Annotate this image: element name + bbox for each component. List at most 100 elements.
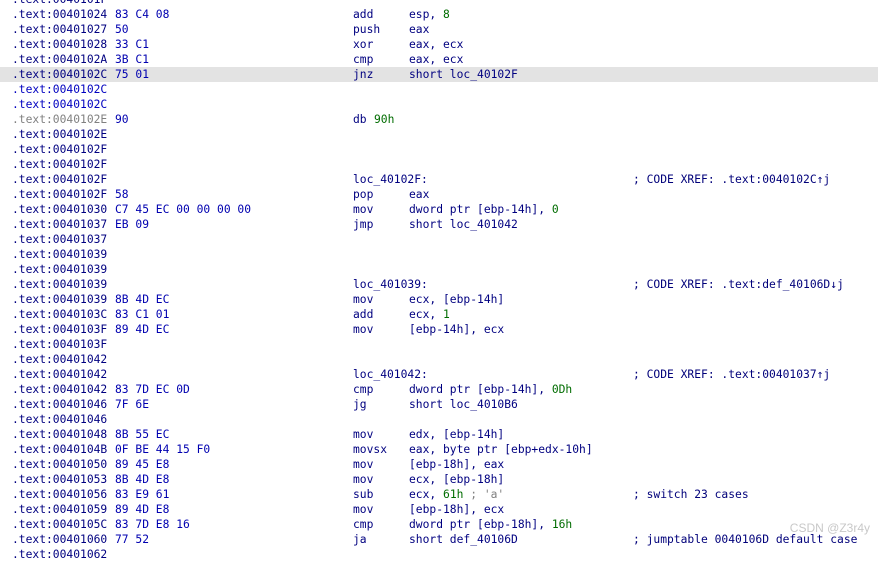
mnemonic[interactable]: ja	[353, 532, 367, 547]
immediate-value[interactable]: 8	[443, 8, 450, 21]
listing-row[interactable]: .text:0040104B 0F BE 44 15 F0 movsx eax, by…	[0, 442, 878, 457]
listing-row[interactable]: .text:0040102F	[0, 142, 878, 157]
listing-row[interactable]: .text:00401056 83 E9 61 sub ecx, 61h ; 'a';…	[0, 487, 878, 502]
mnemonic[interactable]: cmp	[353, 52, 373, 67]
listing-row[interactable]: .text:00401046 7F 6E jg short loc_4010B6	[0, 397, 878, 412]
listing-row[interactable]: .text:00401028 33 C1 xor eax, ecx	[0, 37, 878, 52]
mnemonic[interactable]: pop	[353, 187, 373, 202]
listing-row[interactable]: .text:00401039	[0, 262, 878, 277]
address[interactable]: .text:0040102F	[12, 187, 107, 202]
listing-row[interactable]: .text:0040101F	[0, 0, 878, 7]
mnemonic[interactable]: cmp	[353, 382, 373, 397]
operand-text[interactable]: dword ptr [ebp-18h],	[409, 518, 552, 531]
listing-row[interactable]: .text:0040103F	[0, 337, 878, 352]
listing-row[interactable]: .text:00401039;	[0, 247, 878, 262]
address[interactable]: .text:0040102E	[12, 112, 107, 127]
address[interactable]: .text:00401039	[12, 292, 107, 307]
address[interactable]: .text:00401030	[12, 202, 107, 217]
address[interactable]: .text:0040105C	[12, 517, 107, 532]
listing-row[interactable]: .text:0040103F 89 4D EC mov [ebp-14h], ecx	[0, 322, 878, 337]
operand-text[interactable]: ecx, [ebp-18h]	[409, 473, 504, 486]
operands[interactable]: [ebp-18h], ecx	[409, 502, 504, 517]
listing-row[interactable]: .text:00401030 C7 45 EC 00 00 00 00 mov dwo…	[0, 202, 878, 217]
address[interactable]: .text:0040102C	[12, 82, 107, 97]
address[interactable]: .text:0040102F	[12, 172, 107, 187]
listing-row[interactable]: .text:0040105C 83 7D E8 16 cmp dword ptr [e…	[0, 517, 878, 532]
address[interactable]: .text:00401048	[12, 427, 107, 442]
operand-text[interactable]: short def_40106D	[409, 533, 518, 546]
listing-row[interactable]: .text:0040102C 75 01 jnz short loc_40102F	[0, 67, 878, 82]
listing-row[interactable]: .text:00401050 89 45 E8 mov [ebp-18h], eax	[0, 457, 878, 472]
address[interactable]: .text:00401028	[12, 37, 107, 52]
address[interactable]: .text:00401056	[12, 487, 107, 502]
address[interactable]: .text:00401037	[12, 217, 107, 232]
mnemonic[interactable]: add	[353, 307, 373, 322]
listing-row[interactable]: .text:00401024 83 C4 08 add esp, 8	[0, 7, 878, 22]
operands[interactable]: 90h	[374, 112, 394, 127]
address[interactable]: .text:0040101F	[12, 0, 107, 7]
operand-text[interactable]: ecx,	[409, 488, 443, 501]
operands[interactable]: short loc_401042	[409, 217, 518, 232]
address[interactable]: .text:00401042	[12, 367, 107, 382]
address[interactable]: .text:0040102E	[12, 127, 107, 142]
address[interactable]: .text:00401053	[12, 472, 107, 487]
operands[interactable]: esp, 8	[409, 7, 450, 22]
listing-row[interactable]: .text:0040102F	[0, 157, 878, 172]
operands[interactable]: edx, [ebp-14h]	[409, 427, 504, 442]
operand-text[interactable]: short loc_401042	[409, 218, 518, 231]
listing-row[interactable]: .text:00401039 loc_401039: ; CODE XREF: .t…	[0, 277, 878, 292]
address[interactable]: .text:0040102A	[12, 52, 107, 67]
operands[interactable]: short loc_40102F	[409, 67, 518, 82]
address[interactable]: .text:00401042	[12, 382, 107, 397]
mnemonic[interactable]: movsx	[353, 442, 387, 457]
listing-row[interactable]: .text:00401046	[0, 412, 878, 427]
listing-row[interactable]: .text:00401053 8B 4D E8 mov ecx, [ebp-18h]	[0, 472, 878, 487]
listing-row[interactable]: .text:0040102E 90 db 90h	[0, 112, 878, 127]
operand-text[interactable]: eax	[409, 23, 429, 36]
address[interactable]: .text:00401039	[12, 247, 107, 262]
operands[interactable]: ecx, [ebp-14h]	[409, 292, 504, 307]
operand-text[interactable]: ecx, [ebp-14h]	[409, 293, 504, 306]
operand-text[interactable]: eax, ecx	[409, 38, 463, 51]
address[interactable]: .text:00401037	[12, 232, 107, 247]
listing-row[interactable]: .text:0040102C;	[0, 97, 878, 112]
mnemonic[interactable]: db	[353, 112, 367, 127]
operands[interactable]: [ebp-14h], ecx	[409, 322, 504, 337]
address[interactable]: .text:00401024	[12, 7, 107, 22]
address[interactable]: .text:00401050	[12, 457, 107, 472]
address[interactable]: .text:0040102F	[12, 142, 107, 157]
immediate-value[interactable]: 16h	[552, 518, 572, 531]
listing-row[interactable]: .text:00401060 77 52 ja short def_40106D; j…	[0, 532, 878, 547]
operand-text[interactable]: dword ptr [ebp-14h],	[409, 383, 552, 396]
address[interactable]: .text:0040103F	[12, 337, 107, 352]
mnemonic[interactable]: mov	[353, 202, 373, 217]
address[interactable]: .text:0040104B	[12, 442, 107, 457]
mnemonic[interactable]: cmp	[353, 517, 373, 532]
mnemonic[interactable]: mov	[353, 322, 373, 337]
listing-row[interactable]: .text:0040102F loc_40102F: ; CODE XREF: .t…	[0, 172, 878, 187]
operand-text[interactable]: short loc_4010B6	[409, 398, 518, 411]
operands[interactable]: eax	[409, 187, 429, 202]
code-label[interactable]: loc_40102F:	[353, 172, 428, 187]
address[interactable]: .text:00401027	[12, 22, 107, 37]
listing-row[interactable]: .text:00401039 8B 4D EC mov ecx, [ebp-14h]	[0, 292, 878, 307]
mnemonic[interactable]: mov	[353, 457, 373, 472]
address[interactable]: .text:00401039	[12, 262, 107, 277]
address[interactable]: .text:00401060	[12, 532, 107, 547]
operands[interactable]: [ebp-18h], eax	[409, 457, 504, 472]
listing-row[interactable]: .text:00401037	[0, 232, 878, 247]
address[interactable]: .text:0040103F	[12, 322, 107, 337]
listing-row[interactable]: .text:00401042 loc_401042: ; CODE XREF: .t…	[0, 367, 878, 382]
listing-row[interactable]: .text:0040102F 58 pop eax	[0, 187, 878, 202]
operand-text[interactable]: ecx,	[409, 308, 443, 321]
mnemonic[interactable]: jnz	[353, 67, 373, 82]
mnemonic[interactable]: push	[353, 22, 380, 37]
address[interactable]: .text:00401046	[12, 397, 107, 412]
immediate-value[interactable]: 0	[552, 203, 559, 216]
listing-row[interactable]: .text:0040102A 3B C1 cmp eax, ecx	[0, 52, 878, 67]
listing-row[interactable]: .text:00401059 89 4D E8 mov [ebp-18h], ecx	[0, 502, 878, 517]
mnemonic[interactable]: mov	[353, 292, 373, 307]
listing-row[interactable]: .text:0040102E;	[0, 127, 878, 142]
operand-text[interactable]: dword ptr [ebp-14h],	[409, 203, 552, 216]
operands[interactable]: ecx, [ebp-18h]	[409, 472, 504, 487]
